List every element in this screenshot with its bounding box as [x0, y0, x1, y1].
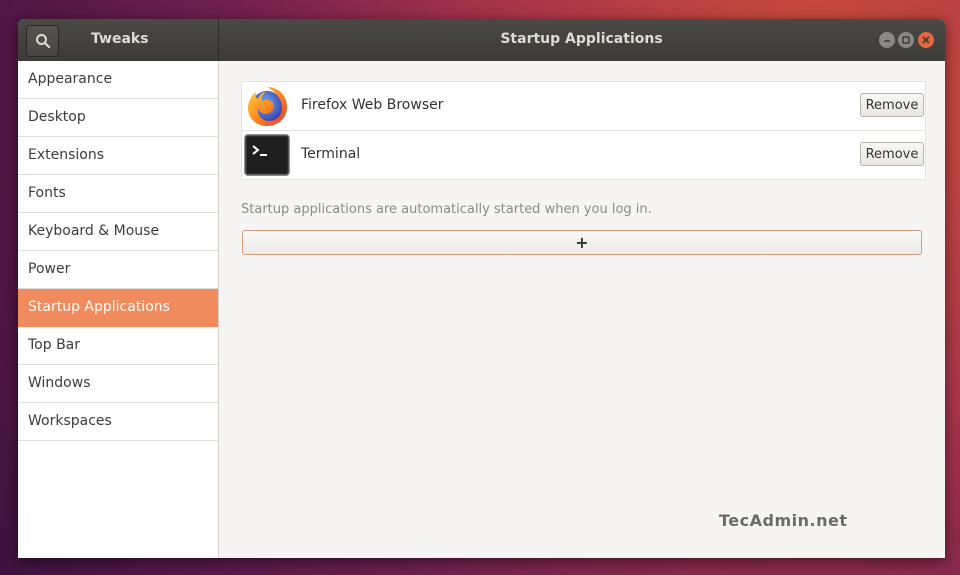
add-startup-app-button[interactable]: +	[242, 230, 922, 255]
sidebar-item-desktop[interactable]: Desktop	[18, 99, 218, 137]
sidebar: Appearance Desktop Extensions Fonts Keyb…	[18, 61, 219, 558]
sidebar-item-appearance[interactable]: Appearance	[18, 61, 218, 99]
list-item: Firefox Web Browser Remove	[242, 82, 925, 131]
terminal-icon	[244, 134, 290, 176]
minimize-icon	[884, 40, 890, 42]
list-item: Terminal Remove	[242, 131, 925, 179]
close-button[interactable]	[918, 32, 934, 48]
firefox-icon	[248, 87, 287, 126]
watermark: TecAdmin.net	[719, 511, 848, 530]
startup-app-list: Firefox Web Browser Remove Terminal Remo…	[241, 81, 926, 180]
sidebar-item-top-bar[interactable]: Top Bar	[18, 327, 218, 365]
maximize-icon	[902, 36, 910, 44]
sidebar-header: Tweaks	[18, 19, 219, 61]
startup-hint: Startup applications are automatically s…	[241, 202, 652, 217]
main-content: Firefox Web Browser Remove Terminal Remo…	[219, 61, 945, 558]
sidebar-item-startup-applications[interactable]: Startup Applications	[18, 289, 218, 327]
sidebar-item-fonts[interactable]: Fonts	[18, 175, 218, 213]
remove-firefox-button[interactable]: Remove	[860, 93, 924, 117]
app-name: Terminal	[301, 146, 361, 162]
sidebar-item-windows[interactable]: Windows	[18, 365, 218, 403]
sidebar-item-keyboard-mouse[interactable]: Keyboard & Mouse	[18, 213, 218, 251]
page-title: Startup Applications	[500, 31, 663, 47]
sidebar-title: Tweaks	[91, 31, 149, 47]
search-button[interactable]	[26, 25, 59, 57]
sidebar-item-workspaces[interactable]: Workspaces	[18, 403, 218, 441]
tweaks-window: Tweaks Startup Applications Appearance D…	[18, 19, 945, 558]
search-icon	[35, 34, 50, 49]
minimize-button[interactable]	[879, 32, 895, 48]
maximize-button[interactable]	[898, 32, 914, 48]
close-icon	[922, 36, 930, 44]
header-bar: Tweaks Startup Applications	[18, 19, 945, 61]
sidebar-item-extensions[interactable]: Extensions	[18, 137, 218, 175]
remove-terminal-button[interactable]: Remove	[860, 142, 924, 166]
app-name: Firefox Web Browser	[301, 97, 444, 113]
sidebar-item-power[interactable]: Power	[18, 251, 218, 289]
